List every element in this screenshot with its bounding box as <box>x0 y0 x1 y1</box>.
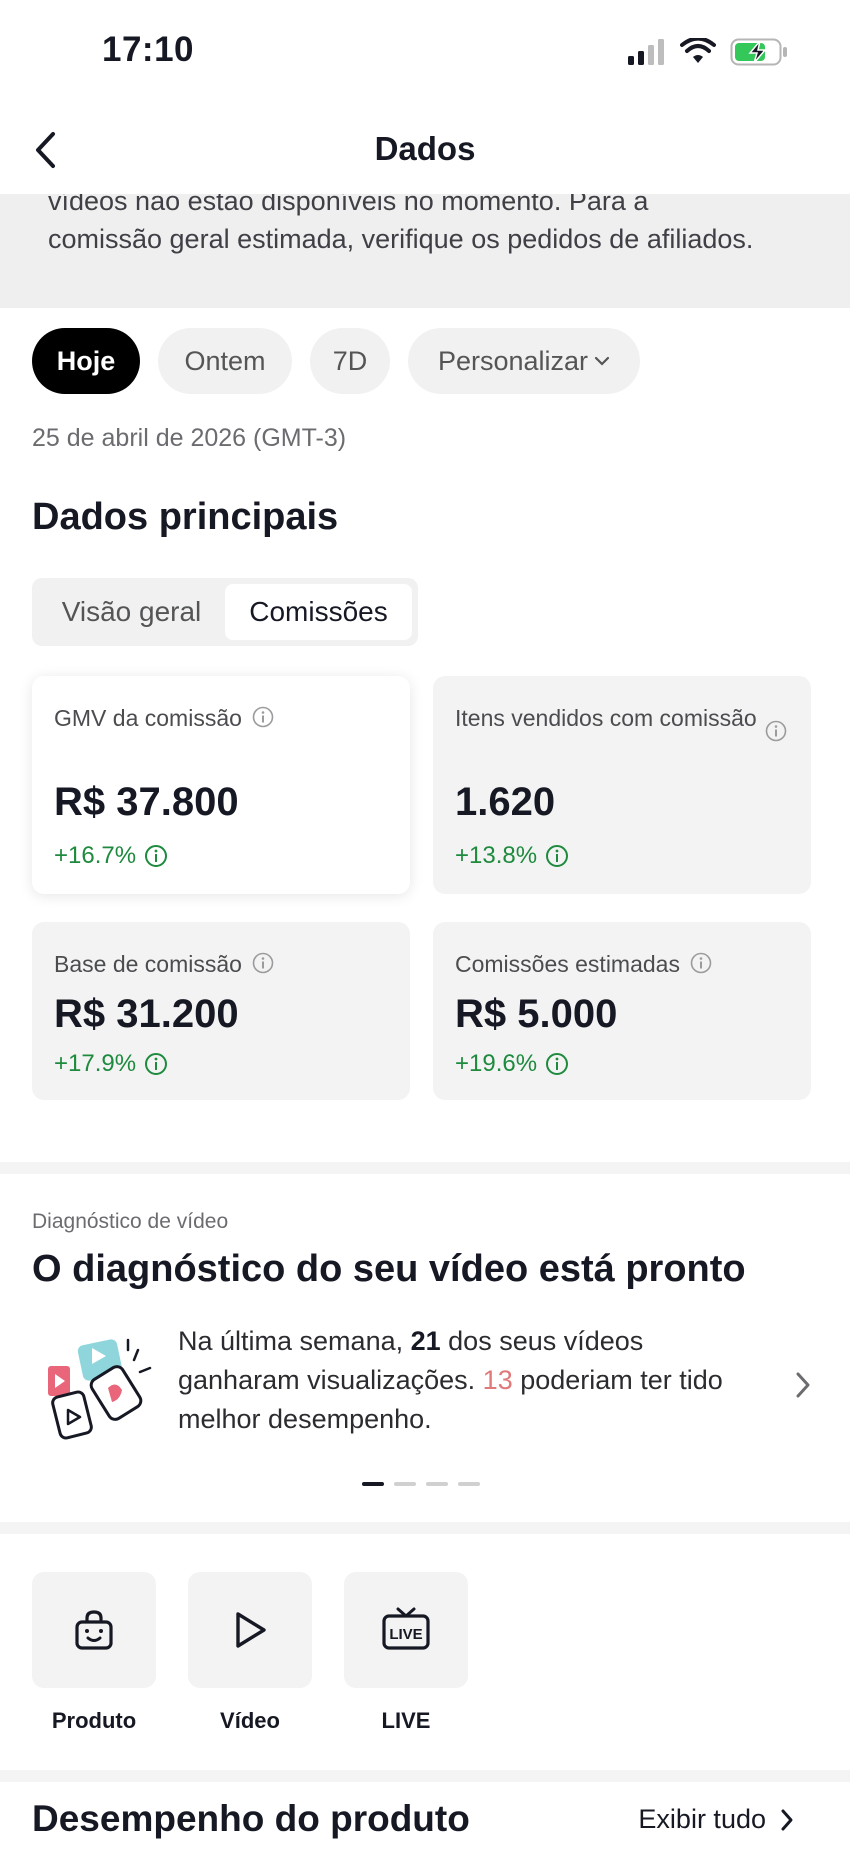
section-divider <box>0 1770 850 1782</box>
metric-card-commission-gmv[interactable]: GMV da comissão R$ 37.800 +16.7% <box>32 676 410 894</box>
video-diagnostic-illustration <box>46 1336 156 1446</box>
videos-gained-count: 21 <box>410 1326 441 1356</box>
info-icon[interactable] <box>545 1052 569 1076</box>
diagnostic-title: O diagnóstico do seu vídeo está pronto <box>32 1248 746 1290</box>
chevron-right-icon <box>781 1809 793 1830</box>
info-icon[interactable] <box>690 952 712 974</box>
chevron-right-icon <box>796 1372 810 1398</box>
metric-value: R$ 5.000 <box>455 992 618 1036</box>
carousel-pagination <box>362 1482 480 1486</box>
shortcut-label: Vídeo <box>220 1708 280 1733</box>
shortcut-label: Produto <box>51 1708 137 1733</box>
diagnostic-next-button[interactable] <box>794 1370 812 1405</box>
product-performance-title: Desempenho do produto <box>32 1798 470 1839</box>
pagination-dot[interactable] <box>458 1482 480 1486</box>
info-icon[interactable] <box>252 706 274 728</box>
tab-overview[interactable]: Visão geral <box>38 584 225 640</box>
metric-delta: +16.7% <box>54 842 137 869</box>
metric-label: Base de comissão <box>54 951 242 977</box>
chip-custom[interactable]: Personalizar <box>408 328 640 394</box>
pagination-dot[interactable] <box>362 1482 384 1486</box>
diagnostic-kicker: Diagnóstico de vídeo <box>32 1210 229 1233</box>
play-icon <box>236 1612 266 1648</box>
info-icon[interactable] <box>765 720 787 742</box>
chip-yesterday[interactable]: Ontem <box>158 328 292 394</box>
metric-card-items-sold[interactable]: Itens vendidos com comissão 1.620 +13.8% <box>433 676 811 894</box>
live-icon: LIVE <box>382 1607 430 1650</box>
info-icon[interactable] <box>252 952 274 974</box>
main-data-title: Dados principais <box>32 496 339 538</box>
chip-7d[interactable]: 7D <box>310 328 390 394</box>
shopping-bag-icon <box>75 1610 113 1650</box>
signal-icon <box>628 39 664 65</box>
metric-delta: +13.8% <box>455 842 538 869</box>
status-icons <box>628 36 788 68</box>
info-icon[interactable] <box>144 844 168 868</box>
chip-today[interactable]: Hoje <box>32 328 140 394</box>
metric-label: Comissões estimadas <box>455 951 680 977</box>
metric-label: GMV da comissão <box>54 705 242 731</box>
metric-card-estimated-commissions[interactable]: Comissões estimadas R$ 5.000 +19.6% <box>433 922 811 1100</box>
page-title: Dados <box>374 130 476 167</box>
metric-value: R$ 31.200 <box>54 992 239 1036</box>
diagnostic-summary: Na última semana, 21 dos seus vídeos gan… <box>178 1326 723 1434</box>
info-banner: vídeos não estão disponíveis no momento.… <box>0 194 850 308</box>
info-icon[interactable] <box>545 844 569 868</box>
shortcut-video[interactable]: Vídeo <box>188 1572 312 1734</box>
battery-icon <box>730 38 787 66</box>
date-range-text: 25 de abril de 2026 (GMT-3) <box>32 424 347 452</box>
banner-text: vídeos não estão disponíveis no momento.… <box>48 194 754 254</box>
videos-underperform-count: 13 <box>482 1365 513 1395</box>
shortcut-product[interactable]: Produto <box>32 1572 156 1734</box>
svg-text:LIVE: LIVE <box>389 1626 422 1643</box>
metric-card-commission-base[interactable]: Base de comissão R$ 31.200 +17.9% <box>32 922 410 1100</box>
pagination-dot[interactable] <box>394 1482 416 1486</box>
section-divider <box>0 1162 850 1174</box>
data-tabs: Visão geral Comissões <box>32 578 418 646</box>
shortcut-live[interactable]: LIVE LIVE <box>344 1572 468 1734</box>
wifi-icon <box>680 38 716 63</box>
view-all-link[interactable]: Exibir tudo <box>638 1804 794 1835</box>
metric-value: 1.620 <box>455 780 556 824</box>
metric-label: Itens vendidos com comissão <box>455 705 757 731</box>
date-filter-chips: Hoje Ontem 7D Personalizar <box>32 328 640 394</box>
tab-commissions[interactable]: Comissões <box>225 584 412 640</box>
info-icon[interactable] <box>144 1052 168 1076</box>
metric-delta: +17.9% <box>54 1050 137 1077</box>
shortcut-label: LIVE <box>381 1708 431 1733</box>
pagination-dot[interactable] <box>426 1482 448 1486</box>
metric-value: R$ 37.800 <box>54 780 239 824</box>
status-time: 17:10 <box>102 30 195 69</box>
section-divider <box>0 1522 850 1534</box>
chevron-down-icon <box>594 356 610 366</box>
metric-delta: +19.6% <box>455 1050 538 1077</box>
